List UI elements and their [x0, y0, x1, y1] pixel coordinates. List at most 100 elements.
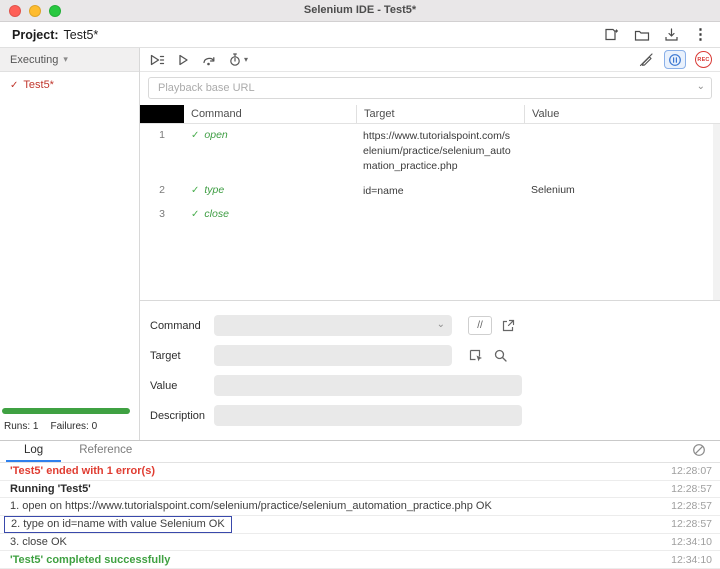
row-number: 3	[159, 207, 165, 220]
playback-toolbar: ▾ REC	[140, 48, 720, 72]
commands-table-body: 1 ✓ open https://www.tutorialspoint.com/…	[140, 124, 720, 300]
pause-on-exceptions-button[interactable]	[664, 50, 686, 69]
value-input[interactable]	[214, 375, 522, 396]
tab-log[interactable]: Log	[6, 441, 62, 462]
commands-table-header: Command Target Value	[140, 105, 720, 124]
search-target-button[interactable]	[493, 347, 508, 365]
command-target: https://www.tutorialspoint.com/selenium/…	[363, 130, 511, 173]
log-text: 'Test5' ended with 1 error(s)	[10, 465, 156, 478]
chevron-down-icon: ▾	[63, 54, 68, 64]
description-input[interactable]	[214, 405, 522, 426]
run-progress-fill	[2, 408, 130, 414]
run-all-icon	[148, 53, 165, 67]
run-all-tests-button[interactable]	[148, 51, 165, 69]
target-column-header: Target	[356, 105, 524, 123]
new-project-button[interactable]	[604, 26, 620, 44]
tab-reference[interactable]: Reference	[61, 441, 150, 462]
select-target-button[interactable]	[468, 347, 484, 365]
main-content: Executing ▾ ✓ Test5* Runs: 1 Failures: 0	[0, 48, 720, 440]
search-icon	[493, 348, 508, 363]
select-target-icon	[468, 348, 484, 363]
log-time: 12:34:10	[671, 536, 712, 549]
command-select-caret-icon: ⌄	[436, 319, 445, 330]
clear-log-icon	[692, 443, 706, 457]
command-field-label: Command	[150, 319, 201, 332]
playback-base-url-input[interactable]	[148, 77, 712, 99]
log-panel: Log Reference 'Test5' ended with 1 error…	[0, 440, 720, 569]
project-actions: ⋮	[604, 26, 708, 44]
command-name: open	[204, 129, 228, 141]
log-time: 12:34:10	[671, 553, 712, 566]
clear-log-button[interactable]	[692, 441, 706, 459]
value-column-header: Value	[524, 105, 720, 123]
pause-circle-icon	[668, 53, 682, 67]
open-reference-button[interactable]	[501, 317, 516, 335]
log-entry[interactable]: 'Test5' completed successfully 12:34:10	[0, 551, 720, 569]
disable-breakpoints-icon	[638, 52, 655, 67]
log-text: 2. type on id=name with value Selenium O…	[11, 517, 225, 530]
new-project-icon	[604, 27, 620, 42]
record-label: REC	[697, 56, 710, 63]
table-scrollbar[interactable]	[713, 124, 720, 300]
toggle-comment-button[interactable]: //	[468, 316, 492, 335]
log-entries: 'Test5' ended with 1 error(s) 12:28:07 R…	[0, 463, 720, 569]
play-icon	[176, 53, 190, 67]
command-row[interactable]: 2 ✓ type id=name Selenium	[140, 179, 720, 203]
command-check-icon: ✓	[191, 130, 200, 141]
step-over-button[interactable]	[201, 51, 217, 69]
log-entry-selected[interactable]: 2. type on id=name with value Selenium O…	[0, 515, 720, 534]
log-time: 12:28:57	[671, 482, 712, 495]
command-row[interactable]: 1 ✓ open https://www.tutorialspoint.com/…	[140, 124, 720, 179]
command-name: type	[204, 183, 225, 196]
disable-breakpoints-button[interactable]	[638, 51, 655, 69]
log-time: 12:28:07	[671, 465, 712, 478]
log-text: 3. close OK	[10, 536, 67, 549]
target-field-label: Target	[150, 349, 181, 362]
row-number-header	[140, 105, 184, 123]
log-time: 12:28:57	[671, 518, 712, 531]
target-input[interactable]	[214, 345, 452, 366]
command-select[interactable]: ⌄	[214, 315, 452, 336]
run-stats: Runs: 1 Failures: 0	[0, 419, 139, 440]
sidebar-test-name: Test5*	[23, 79, 54, 91]
test-speed-button[interactable]: ▾	[228, 52, 248, 67]
run-current-test-button[interactable]	[176, 51, 190, 69]
command-column-header: Command	[191, 108, 242, 120]
kebab-menu-icon: ⋮	[693, 26, 708, 43]
step-over-icon	[201, 53, 217, 67]
command-check-icon: ✓	[191, 208, 200, 220]
selenium-ide-window: Selenium IDE - Test5* Project: Test5* ⋮ …	[0, 0, 720, 569]
command-row[interactable]: 3 ✓ close	[140, 203, 720, 224]
log-entry[interactable]: 'Test5' ended with 1 error(s) 12:28:07	[0, 463, 720, 481]
open-project-button[interactable]	[634, 26, 650, 44]
log-entry[interactable]: Running 'Test5' 12:28:57	[0, 481, 720, 499]
sidebar-test-item[interactable]: ✓ Test5*	[0, 72, 139, 98]
log-time: 12:28:57	[671, 500, 712, 513]
command-editor-form: Command ⌄ // Target Value Description	[140, 300, 720, 440]
log-entry[interactable]: 1. open on https://www.tutorialspoint.co…	[0, 498, 720, 516]
executing-dropdown[interactable]: Executing ▾	[0, 48, 139, 72]
log-tabbar: Log Reference	[0, 441, 720, 463]
toolbar-right-group: REC	[638, 50, 712, 69]
url-dropdown-caret-icon[interactable]: ⌄	[697, 81, 705, 92]
command-target: id=name	[363, 184, 404, 197]
open-folder-icon	[634, 28, 650, 42]
runs-count: Runs: 1	[4, 421, 39, 432]
log-text: 1. open on https://www.tutorialspoint.co…	[10, 500, 492, 513]
external-link-icon	[501, 318, 516, 333]
executing-dropdown-label: Executing	[10, 53, 59, 66]
project-bar: Project: Test5* ⋮	[0, 22, 720, 48]
command-value: Selenium	[531, 183, 575, 196]
project-name: Test5*	[63, 27, 99, 42]
save-icon	[664, 27, 679, 42]
save-project-button[interactable]	[664, 26, 679, 44]
row-number: 2	[159, 183, 165, 196]
record-button[interactable]: REC	[695, 51, 712, 68]
more-menu-button[interactable]: ⋮	[693, 26, 708, 44]
log-entry[interactable]: 3. close OK 12:34:10	[0, 534, 720, 552]
window-title: Selenium IDE - Test5*	[303, 4, 417, 16]
playback-url-row: ⌄	[140, 72, 720, 105]
description-field-label: Description	[150, 409, 206, 422]
command-check-icon: ✓	[191, 184, 200, 196]
